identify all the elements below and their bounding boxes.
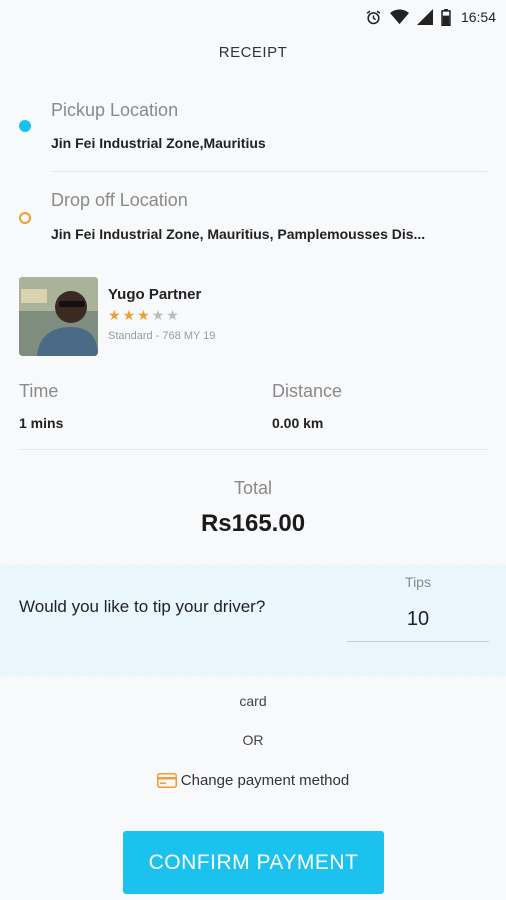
pickup-address: Jin Fei Industrial Zone,Mauritius: [51, 135, 266, 151]
dropoff-dot-icon: [19, 212, 31, 224]
signal-icon: [416, 9, 433, 25]
pickup-label: Pickup Location: [51, 100, 179, 120]
tips-input[interactable]: [347, 598, 489, 642]
divider: [19, 449, 487, 450]
status-time: 16:54: [460, 9, 496, 25]
status-bar: 16:54: [0, 0, 506, 34]
tips-label: Tips: [405, 574, 431, 590]
total-amount: Rs165.00: [200, 510, 306, 537]
star-empty-icon: ★: [166, 307, 179, 323]
star-filled-icon: ★: [108, 307, 121, 323]
distance-value: 0.00 km: [272, 415, 324, 431]
vehicle-info: Standard - 768 MY 19: [108, 330, 216, 342]
time-value: 1 mins: [19, 415, 64, 431]
driver-name: Yugo Partner: [108, 286, 202, 303]
driver-rating: ★ ★ ★ ★ ★: [108, 308, 179, 322]
wave-edge-bottom: [0, 670, 506, 677]
change-payment-method-link[interactable]: Change payment method: [0, 772, 506, 789]
confirm-payment-button[interactable]: CONFIRM PAYMENT: [123, 831, 384, 894]
distance-label: Distance: [272, 381, 343, 401]
credit-card-icon: [156, 773, 177, 788]
dropoff-label: Drop off Location: [51, 190, 188, 210]
or-separator: OR: [242, 732, 264, 748]
driver-avatar: [19, 277, 98, 356]
tip-question: Would you like to tip your driver?: [19, 597, 266, 616]
pickup-dot-icon: [19, 120, 31, 132]
divider: [51, 171, 487, 172]
star-filled-icon: ★: [137, 307, 150, 323]
time-label: Time: [19, 381, 59, 401]
wave-edge-top: [0, 564, 506, 571]
alarm-icon: [366, 10, 381, 24]
star-filled-icon: ★: [122, 307, 136, 323]
page-title: RECEIPT: [218, 44, 288, 61]
wifi-icon: [389, 9, 409, 25]
battery-icon: [441, 8, 451, 26]
total-label: Total: [233, 478, 273, 498]
change-payment-label: Change payment method: [180, 772, 350, 789]
payment-method: card: [239, 693, 267, 709]
star-empty-icon: ★: [151, 307, 165, 323]
dropoff-address: Jin Fei Industrial Zone, Mauritius, Pamp…: [51, 226, 426, 242]
